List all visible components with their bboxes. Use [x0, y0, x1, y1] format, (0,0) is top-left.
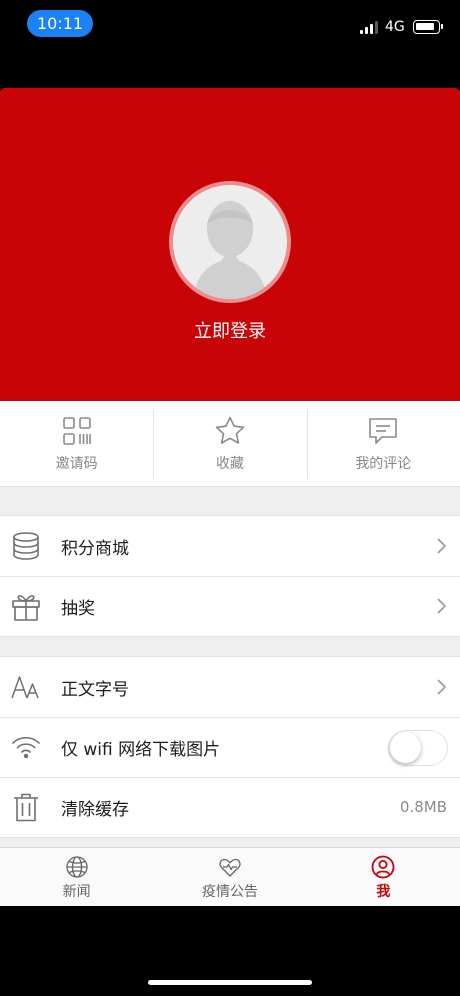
network-type: 4G: [385, 19, 405, 35]
tab-news[interactable]: 新闻: [0, 848, 153, 906]
status-bar: 10:11 4G: [0, 0, 460, 88]
clear-cache-row[interactable]: 清除缓存 0.8MB: [0, 777, 460, 837]
tab-me-label: 我: [376, 884, 391, 900]
wifi-only-images-row: 仅 wifi 网络下载图片: [0, 717, 460, 777]
chevron-right-icon: [437, 598, 446, 614]
menu-group-1: 积分商城 抽奖: [0, 515, 460, 637]
tab-epidemic-notice[interactable]: 疫情公告: [153, 848, 306, 906]
trash-icon: [10, 790, 42, 824]
menu-group-2: 正文字号 仅 wifi 网络下载图片 清除缓存 0.8MB: [0, 656, 460, 838]
tab-me[interactable]: 我: [307, 848, 460, 906]
chevron-right-icon: [437, 538, 446, 554]
lottery-row[interactable]: 抽奖: [0, 576, 460, 636]
my-comments-button[interactable]: 我的评论: [306, 401, 460, 486]
lottery-label: 抽奖: [61, 598, 95, 619]
chevron-right-icon: [437, 679, 446, 695]
points-mall-label: 积分商城: [61, 538, 129, 559]
wifi-only-images-toggle[interactable]: [388, 730, 448, 766]
star-icon: [215, 416, 245, 444]
login-link[interactable]: 立即登录: [0, 317, 460, 343]
font-size-row[interactable]: 正文字号: [0, 657, 460, 717]
my-comments-label: 我的评论: [355, 456, 412, 472]
tab-epidemic-notice-label: 疫情公告: [201, 884, 258, 900]
home-indicator[interactable]: [148, 980, 312, 985]
globe-icon: [66, 856, 88, 878]
points-mall-row[interactable]: 积分商城: [0, 516, 460, 576]
profile-screen: 立即登录 邀请码 收藏 我的评论 积分商城 抽奖 正文字号 仅 wifi 网络下…: [0, 88, 460, 906]
favorites-label: 收藏: [215, 456, 244, 472]
font-size-icon: [10, 670, 42, 704]
cache-size: 0.8MB: [399, 798, 447, 816]
user-icon: [371, 855, 395, 879]
battery-icon: [413, 20, 443, 34]
comment-icon: [369, 418, 398, 444]
clear-cache-label: 清除缓存: [61, 799, 129, 820]
invite-code-button[interactable]: 邀请码: [0, 401, 153, 486]
quick-actions: 邀请码 收藏 我的评论: [0, 401, 460, 487]
favorites-button[interactable]: 收藏: [153, 401, 306, 486]
wifi-only-images-label: 仅 wifi 网络下载图片: [61, 739, 221, 760]
invite-code-label: 邀请码: [55, 456, 98, 472]
status-time[interactable]: 10:11: [27, 10, 93, 37]
wifi-icon: [10, 730, 42, 764]
bottom-tab-bar: 新闻 疫情公告 我: [0, 847, 460, 906]
font-size-label: 正文字号: [61, 679, 129, 700]
database-icon: [10, 529, 42, 563]
qr-code-icon: [62, 417, 91, 445]
toggle-knob: [390, 732, 421, 763]
tab-news-label: 新闻: [62, 884, 91, 900]
signal-icon: [360, 21, 380, 34]
heart-icon: [219, 858, 241, 877]
gift-icon: [10, 589, 42, 623]
profile-header: 立即登录: [0, 88, 460, 401]
default-avatar-icon[interactable]: [169, 181, 291, 303]
